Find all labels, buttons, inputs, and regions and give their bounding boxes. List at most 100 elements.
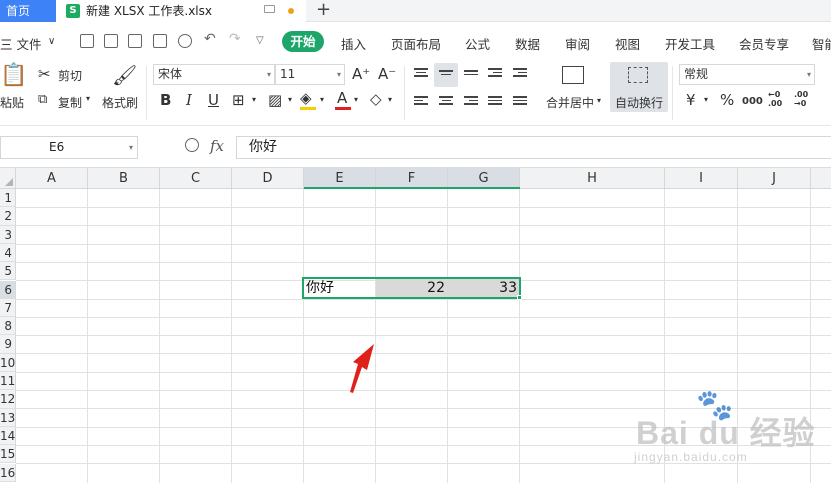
zoom-icon[interactable] — [185, 138, 199, 152]
export-pdf-icon[interactable] — [128, 34, 142, 48]
row-header-14[interactable]: 14 — [0, 426, 16, 446]
column-header-e[interactable]: E — [304, 168, 376, 189]
fill-color-icon[interactable]: ◈ — [300, 90, 312, 106]
menu-tab-smart[interactable]: 智能 — [812, 34, 831, 53]
row-header-4[interactable]: 4 — [0, 243, 16, 263]
cell-f6[interactable]: 22 — [378, 280, 445, 296]
row-header-15[interactable]: 15 — [0, 445, 16, 464]
justify-icon[interactable] — [488, 96, 502, 108]
column-header-h[interactable]: H — [520, 168, 665, 189]
row-header-5[interactable]: 5 — [0, 262, 16, 281]
cell-g6[interactable]: 33 — [450, 280, 517, 296]
merge-center-button[interactable]: 合并居中 — [546, 94, 594, 111]
column-header-c[interactable]: C — [160, 168, 232, 189]
border-icon[interactable]: ⊞ — [232, 92, 245, 108]
undo-icon[interactable]: ↶ — [204, 31, 216, 47]
tab-file[interactable]: S 新建 XLSX 工作表.xlsx — [56, 0, 306, 22]
font-color-button[interactable]: A — [337, 90, 347, 106]
thousands-button[interactable]: 000 — [742, 96, 763, 107]
menu-tab-insert[interactable]: 插入 — [341, 34, 366, 53]
column-header-f[interactable]: F — [376, 168, 448, 189]
font-color-dropdown-icon[interactable]: ▾ — [354, 95, 358, 104]
copy-button[interactable]: 复制 — [58, 94, 82, 111]
percent-button[interactable]: % — [720, 92, 734, 108]
format-painter-button[interactable]: 格式刷 — [102, 94, 138, 111]
row-header-3[interactable]: 3 — [0, 225, 16, 244]
merge-dropdown-icon[interactable]: ▾ — [597, 96, 601, 105]
menu-tab-view[interactable]: 视图 — [615, 34, 640, 53]
new-tab-button[interactable]: + — [316, 0, 331, 22]
row-header-8[interactable]: 8 — [0, 317, 16, 336]
column-header-d[interactable]: D — [232, 168, 304, 189]
clear-dropdown-icon[interactable]: ▾ — [388, 95, 392, 104]
row-header-9[interactable]: 9 — [0, 335, 16, 354]
row-header-16[interactable]: 16 — [0, 463, 16, 482]
border-dropdown-icon[interactable]: ▾ — [252, 95, 256, 104]
paste-icon[interactable]: 📋 — [0, 64, 27, 88]
row-header-10[interactable]: 10 — [0, 353, 16, 372]
name-box[interactable]: E6 ▾ — [0, 136, 138, 159]
fill-handle[interactable] — [517, 295, 522, 300]
menu-tab-member[interactable]: 会员专享 — [739, 34, 789, 53]
row-header-11[interactable]: 11 — [0, 372, 16, 391]
copy-dropdown-icon[interactable]: ▾ — [86, 94, 90, 103]
column-header-a[interactable]: A — [16, 168, 88, 189]
font-grow-icon[interactable]: A⁺ — [352, 66, 370, 82]
align-center-icon[interactable] — [439, 96, 453, 108]
select-all-corner[interactable] — [0, 168, 16, 189]
row-header-13[interactable]: 13 — [0, 408, 16, 427]
new-file-icon[interactable] — [80, 34, 94, 48]
menu-tab-data[interactable]: 数据 — [515, 34, 540, 53]
formula-input[interactable]: 你好 — [236, 136, 831, 159]
tab-home[interactable]: 首页 — [0, 0, 56, 22]
font-shrink-icon[interactable]: A⁻ — [378, 66, 396, 82]
menu-tab-review[interactable]: 审阅 — [565, 34, 590, 53]
fill-pattern-icon[interactable]: ▨ — [268, 92, 282, 108]
print-icon[interactable] — [153, 34, 167, 48]
row-header-12[interactable]: 12 — [0, 390, 16, 409]
insert-function-button[interactable]: fx — [210, 137, 224, 155]
wrap-text-button[interactable]: 自动换行 — [615, 94, 663, 111]
column-header-i[interactable]: I — [665, 168, 738, 189]
italic-button[interactable]: I — [186, 92, 192, 108]
column-header-k[interactable] — [811, 168, 831, 189]
menu-tab-page-layout[interactable]: 页面布局 — [391, 34, 441, 53]
menu-tab-formulas[interactable]: 公式 — [465, 34, 490, 53]
row-header-2[interactable]: 2 — [0, 207, 16, 226]
currency-button[interactable]: ¥ — [686, 92, 696, 108]
number-format-select[interactable]: 常规 ▾ — [679, 64, 815, 85]
align-top-icon[interactable] — [414, 68, 428, 80]
row-header-1[interactable]: 1 — [0, 189, 16, 208]
menu-tab-developer[interactable]: 开发工具 — [665, 34, 715, 53]
redo-icon[interactable]: ↷ — [229, 31, 241, 47]
font-size-select[interactable]: 11 ▾ — [275, 64, 345, 85]
align-middle-icon[interactable] — [439, 70, 453, 82]
save-icon[interactable] — [104, 34, 118, 48]
align-right-icon[interactable] — [464, 96, 478, 108]
decrease-decimal-button[interactable]: .00 →0 — [794, 90, 816, 108]
fill-pattern-dropdown-icon[interactable]: ▾ — [288, 95, 292, 104]
paste-button[interactable]: 粘贴 — [0, 94, 24, 111]
print-preview-icon[interactable] — [178, 34, 192, 48]
quick-access-more-icon[interactable]: ▽ — [256, 35, 264, 46]
column-header-j[interactable]: J — [738, 168, 811, 189]
decrease-indent-icon[interactable] — [488, 68, 502, 80]
cut-button[interactable]: 剪切 — [58, 67, 82, 84]
currency-dropdown-icon[interactable]: ▾ — [704, 95, 708, 104]
distributed-align-icon[interactable] — [513, 96, 527, 108]
align-left-icon[interactable] — [414, 96, 428, 108]
bold-button[interactable]: B — [160, 92, 171, 108]
row-header-7[interactable]: 7 — [0, 298, 16, 318]
font-name-select[interactable]: 宋体 ▾ — [153, 64, 275, 85]
fill-color-dropdown-icon[interactable]: ▾ — [320, 95, 324, 104]
chevron-down-icon[interactable]: ∨ — [48, 36, 55, 47]
increase-decimal-button[interactable]: ←0 .00 — [768, 90, 790, 108]
menu-tab-start[interactable]: 开始 — [282, 31, 324, 52]
eraser-icon[interactable]: ◇ — [370, 91, 382, 107]
row-header-6[interactable]: 6 — [0, 280, 16, 299]
cell-e6[interactable]: 你好 — [306, 280, 372, 296]
column-header-b[interactable]: B — [88, 168, 160, 189]
monitor-icon[interactable] — [264, 5, 275, 13]
align-bottom-icon[interactable] — [464, 70, 478, 82]
increase-indent-icon[interactable] — [513, 68, 527, 80]
